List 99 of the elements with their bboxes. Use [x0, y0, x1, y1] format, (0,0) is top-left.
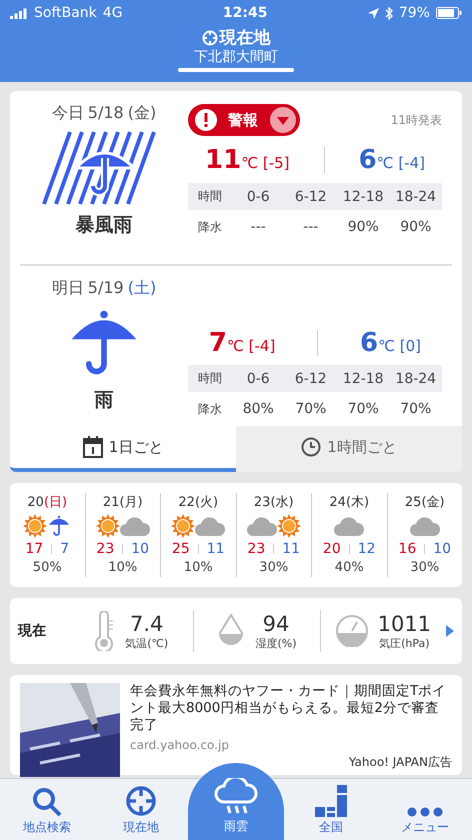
umbrella-icon	[47, 514, 72, 538]
rain-cloud-icon	[214, 778, 258, 816]
table-header: 6-12	[284, 183, 337, 210]
cloud-icon	[246, 516, 277, 536]
high-temperature: 16	[398, 541, 416, 557]
cloud-icon	[195, 516, 226, 536]
table-header: 6-12	[284, 365, 337, 392]
rain-chance: 10%	[108, 560, 138, 575]
table-header: 18-24	[390, 365, 442, 392]
current-label: 現在	[18, 622, 47, 640]
day-date: 20(日)	[27, 494, 68, 511]
table-header: 12-18	[337, 183, 390, 210]
clock-icon	[301, 437, 322, 457]
high-temperature: 7℃ [-4]	[208, 328, 276, 358]
reading-value: 7.4	[130, 612, 164, 636]
next-arrow-icon[interactable]	[446, 625, 454, 637]
clock-time: 12:45	[222, 5, 268, 21]
cloud-icon	[120, 516, 150, 536]
carrier-name: SoftBank	[34, 5, 97, 21]
more-icon	[407, 807, 443, 817]
day-date: 21(月)	[102, 494, 143, 511]
cloud-icon	[334, 516, 364, 536]
high-temperature: 23	[96, 541, 114, 557]
reading-label: 湿度(%)	[255, 636, 297, 650]
sun-icon	[96, 514, 120, 538]
reading-label: 気温(℃)	[125, 636, 168, 650]
high-temperature: 20	[322, 541, 341, 557]
high-temperature: 17	[25, 541, 44, 557]
reading-value: 1011	[378, 612, 432, 636]
map-icon	[313, 785, 349, 817]
crosshair-icon	[125, 785, 157, 817]
alert-icon	[194, 108, 218, 132]
table-header: 時間	[188, 183, 232, 210]
issued-time: 11時発表	[390, 112, 442, 128]
rain-chance: 10%	[184, 560, 213, 575]
cloud-icon	[410, 516, 440, 536]
low-temperature: 6℃ [-4]	[358, 145, 425, 175]
rain-chance: 30%	[259, 560, 288, 575]
dropdown-icon	[270, 107, 296, 133]
nav-button[interactable]: 地点検索	[0, 779, 94, 840]
bluetooth-icon	[384, 6, 393, 20]
table-header: 0-6	[232, 365, 284, 392]
location-name: 下北郡大間町	[194, 49, 278, 66]
thermometer-icon	[93, 611, 116, 651]
low-temperature: 7	[60, 541, 70, 557]
low-temperature: 6℃ [0]	[360, 328, 422, 358]
low-temperature: 11	[282, 541, 300, 557]
search-icon	[32, 787, 62, 817]
battery-icon	[436, 7, 462, 19]
low-temperature: 12	[358, 541, 376, 557]
day-date: 24(木)	[329, 494, 370, 511]
ad-headline[interactable]: 年会費永年無料のヤフー・カード｜期間固定Tポイント最大8000円相当がもらえる。最短2分で審査完了	[130, 683, 452, 734]
day-date: 23(水)	[254, 494, 294, 511]
weather-text: 暴風雨	[76, 213, 132, 238]
date-text: 5/19	[88, 278, 124, 299]
weekday-text: (土)	[128, 278, 156, 299]
weekday-text: (金)	[128, 103, 156, 124]
gauge-icon	[336, 615, 368, 647]
network-type: 4G	[102, 5, 123, 21]
low-temperature: 10	[433, 541, 452, 557]
table-header: 0-6	[232, 183, 284, 210]
sponsor-label: Yahoo! JAPAN広告	[348, 754, 452, 771]
nav-button[interactable]: 全国	[284, 779, 378, 840]
location-icon	[368, 8, 379, 18]
sun-icon	[23, 514, 48, 538]
warning-button[interactable]: 警報	[188, 104, 300, 136]
rain-chance: 40%	[334, 560, 364, 575]
location-title: 現在地	[220, 27, 270, 49]
signal-icon	[10, 8, 28, 18]
day-label: 今日	[52, 103, 84, 124]
table-header: 時間	[188, 365, 232, 392]
reading-value: 94	[262, 612, 290, 636]
crosshair-icon	[202, 30, 218, 46]
view-tab[interactable]: 1時間ごと	[236, 426, 462, 472]
nav-button[interactable]: 雨雲	[188, 763, 284, 840]
drop-icon	[217, 614, 246, 648]
nav-button[interactable]: 現在地	[94, 779, 188, 840]
high-temperature: 11℃ [-5]	[205, 145, 290, 175]
ad-card[interactable]: 年会費永年無料のヤフー・カード｜期間固定Tポイント最大8000円相当がもらえる。最短2分で審査完了 card.yahoo.co.jp Yahoo! JAPAN広告	[10, 675, 462, 775]
day-date: 25(金)	[404, 494, 445, 511]
calendar-icon	[82, 436, 103, 458]
sun-icon	[171, 514, 196, 538]
table-header: 18-24	[390, 183, 442, 210]
date-text: 5/18	[88, 103, 124, 124]
weather-text: 雨	[94, 388, 114, 413]
day-date: 22(火)	[178, 494, 218, 511]
table-header: 12-18	[337, 365, 390, 392]
sun-icon	[276, 514, 301, 538]
nav-button[interactable]: メニュー	[378, 779, 472, 840]
rain-chance: 30%	[410, 560, 440, 575]
high-temperature: 23	[247, 541, 266, 557]
ad-domain: card.yahoo.co.jp	[130, 738, 230, 752]
low-temperature: 10	[131, 541, 150, 557]
low-temperature: 11	[206, 541, 225, 557]
rain-chance: 50%	[32, 560, 62, 575]
day-label: 明日	[52, 278, 84, 299]
high-temperature: 25	[172, 541, 190, 557]
battery-percent: 79%	[398, 5, 430, 21]
reading-label: 気圧(hPa)	[379, 636, 430, 650]
